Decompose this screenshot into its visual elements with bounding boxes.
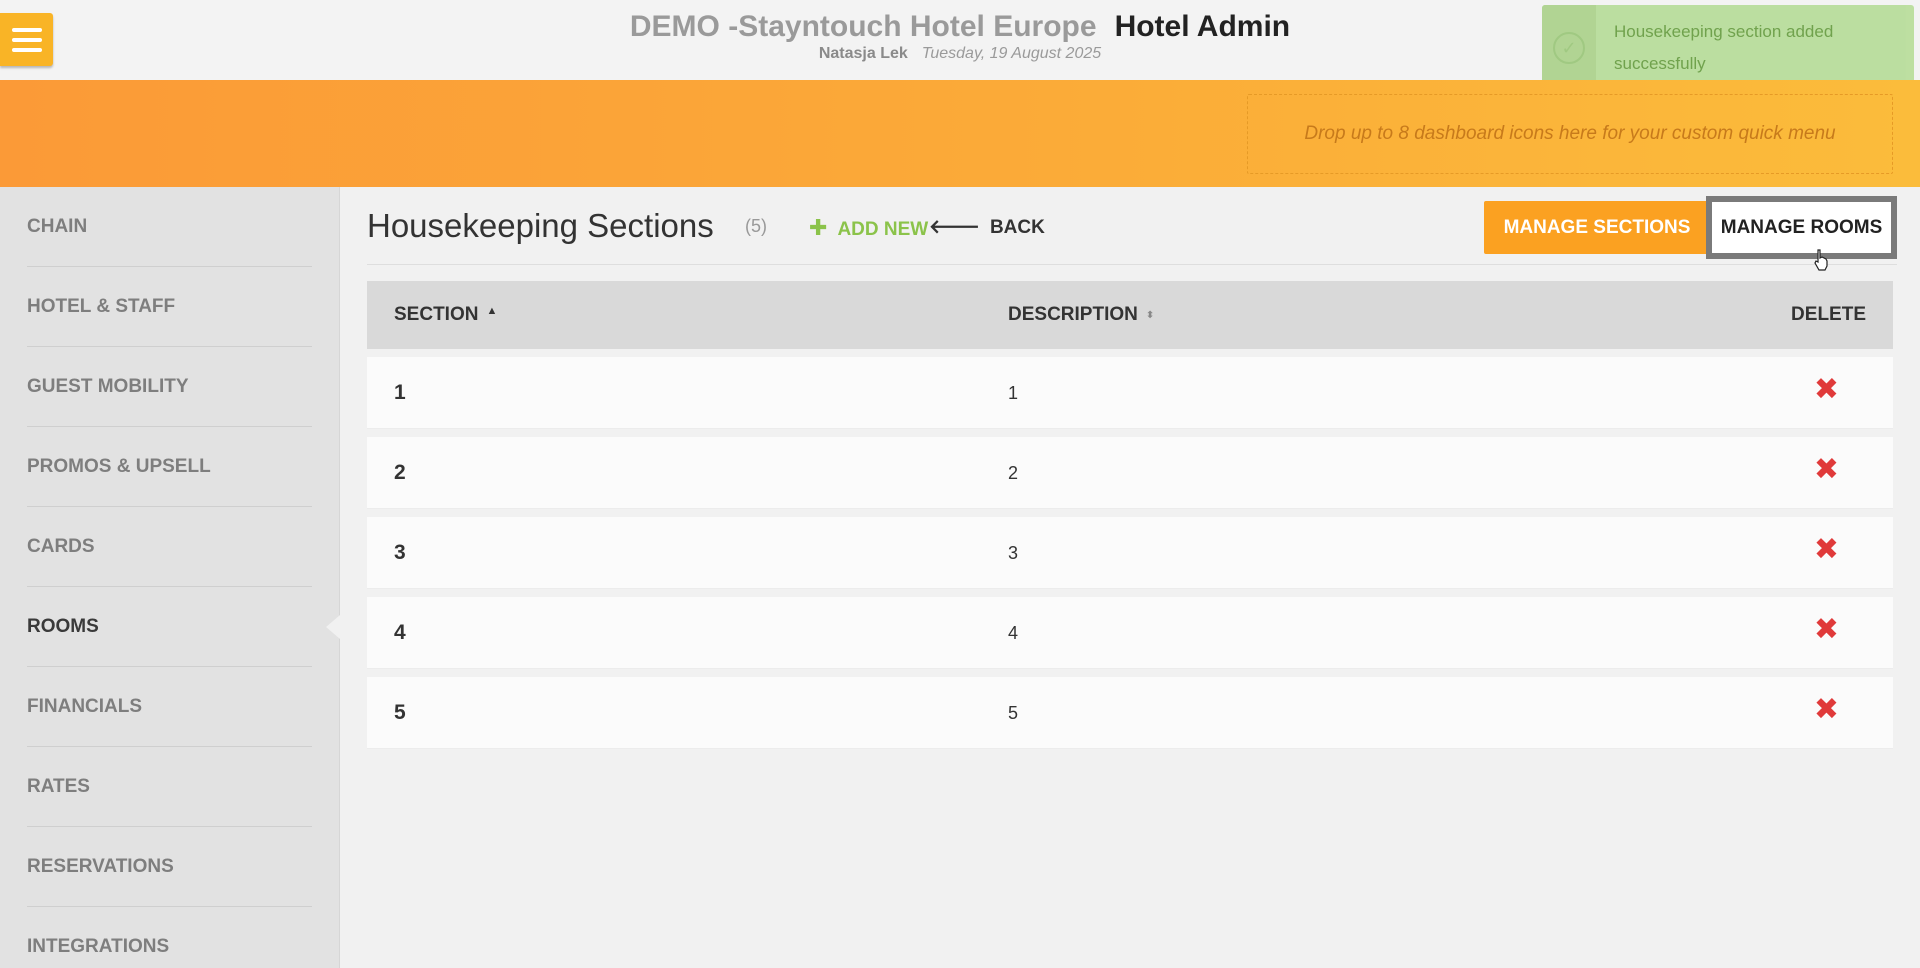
toast-message: Housekeeping section added successfully (1614, 22, 1834, 73)
sidebar-item-hotel-staff[interactable]: HOTEL & STAFF (27, 267, 312, 347)
quick-menu-band: Drop up to 8 dashboard icons here for yo… (0, 80, 1920, 187)
hotel-name: DEMO -Stayntouch Hotel Europe (629, 10, 1097, 43)
manage-rooms-button[interactable]: MANAGE ROOMS (1706, 196, 1897, 259)
delete-icon[interactable]: ✖ (1814, 375, 1839, 405)
sidebar-item-integrations[interactable]: INTEGRATIONS (27, 907, 312, 968)
sidebar-item-promos-upsell[interactable]: PROMOS & UPSELL (27, 427, 312, 507)
success-toast[interactable]: ✓ Housekeeping section added successfull… (1542, 5, 1914, 91)
column-header-section[interactable]: SECTION ▲ (394, 304, 497, 326)
add-new-button[interactable]: ✚ ADD NEW (809, 215, 928, 241)
sort-ascending-icon: ▲ (486, 305, 498, 317)
user-name: Natasja Lek (818, 45, 908, 62)
table-header: SECTION ▲ DESCRIPTION ⬍ DELETE (367, 281, 1893, 349)
main-content: Housekeeping Sections (5) ✚ ADD NEW 🡐 BACK… (341, 187, 1920, 968)
sidebar-item-reservations[interactable]: RESERVATIONS (27, 827, 312, 907)
column-header-description[interactable]: DESCRIPTION ⬍ (1008, 304, 1154, 326)
check-circle-icon: ✓ (1553, 32, 1585, 64)
table-row[interactable]: 3 3 ✖ (367, 517, 1893, 589)
page-header: Housekeeping Sections (5) ✚ ADD NEW 🡐 BACK… (367, 187, 1897, 271)
sections-table: SECTION ▲ DESCRIPTION ⬍ DELETE 1 1 ✖ 2 2 ✖… (367, 281, 1893, 749)
description-cell: 1 (1008, 383, 1019, 403)
back-button[interactable]: 🡐 BACK (929, 215, 1045, 239)
table-row[interactable]: 4 4 ✖ (367, 597, 1893, 669)
toast-icon-area: ✓ (1542, 5, 1596, 91)
section-cell[interactable]: 5 (394, 701, 406, 725)
description-cell: 3 (1008, 543, 1019, 563)
sidebar: CHAIN HOTEL & STAFF GUEST MOBILITY PROMO… (0, 187, 340, 968)
sidebar-item-financials[interactable]: FINANCIALS (27, 667, 312, 747)
column-header-section-label: SECTION (394, 304, 479, 325)
column-header-delete: DELETE (1791, 304, 1866, 325)
sidebar-item-guest-mobility[interactable]: GUEST MOBILITY (27, 347, 312, 427)
manage-sections-button[interactable]: MANAGE SECTIONS (1484, 201, 1710, 254)
description-cell: 4 (1008, 623, 1019, 643)
sidebar-item-rooms[interactable]: ROOMS (27, 587, 340, 667)
arrow-left-icon: 🡐 (929, 217, 980, 238)
hand-cursor-icon (1814, 249, 1828, 271)
sidebar-item-chain[interactable]: CHAIN (27, 187, 312, 267)
delete-icon[interactable]: ✖ (1814, 695, 1839, 725)
section-cell[interactable]: 4 (394, 621, 406, 645)
section-cell[interactable]: 3 (394, 541, 406, 565)
add-new-label: ADD NEW (837, 219, 929, 240)
description-cell: 5 (1008, 703, 1019, 723)
section-cell[interactable]: 1 (394, 381, 406, 405)
delete-icon[interactable]: ✖ (1814, 455, 1839, 485)
business-date: Tuesday, 19 August 2025 (921, 45, 1102, 62)
delete-icon[interactable]: ✖ (1814, 615, 1839, 645)
plus-icon: ✚ (809, 215, 828, 240)
sidebar-item-cards[interactable]: CARDS (27, 507, 312, 587)
back-label: BACK (989, 217, 1045, 238)
table-row[interactable]: 5 5 ✖ (367, 677, 1893, 749)
section-cell[interactable]: 2 (394, 461, 406, 485)
table-row[interactable]: 2 2 ✖ (367, 437, 1893, 509)
page-title: Housekeeping Sections (367, 207, 714, 244)
table-row[interactable]: 1 1 ✖ (367, 357, 1893, 429)
sidebar-item-rates[interactable]: RATES (27, 747, 312, 827)
sort-icon: ⬍ (1145, 310, 1155, 321)
description-cell: 2 (1008, 463, 1019, 483)
section-count: (5) (745, 216, 767, 236)
delete-icon[interactable]: ✖ (1814, 535, 1839, 565)
column-header-description-label: DESCRIPTION (1008, 304, 1138, 325)
quick-menu-dropzone[interactable]: Drop up to 8 dashboard icons here for yo… (1247, 94, 1893, 174)
app-name: Hotel Admin (1114, 10, 1291, 43)
